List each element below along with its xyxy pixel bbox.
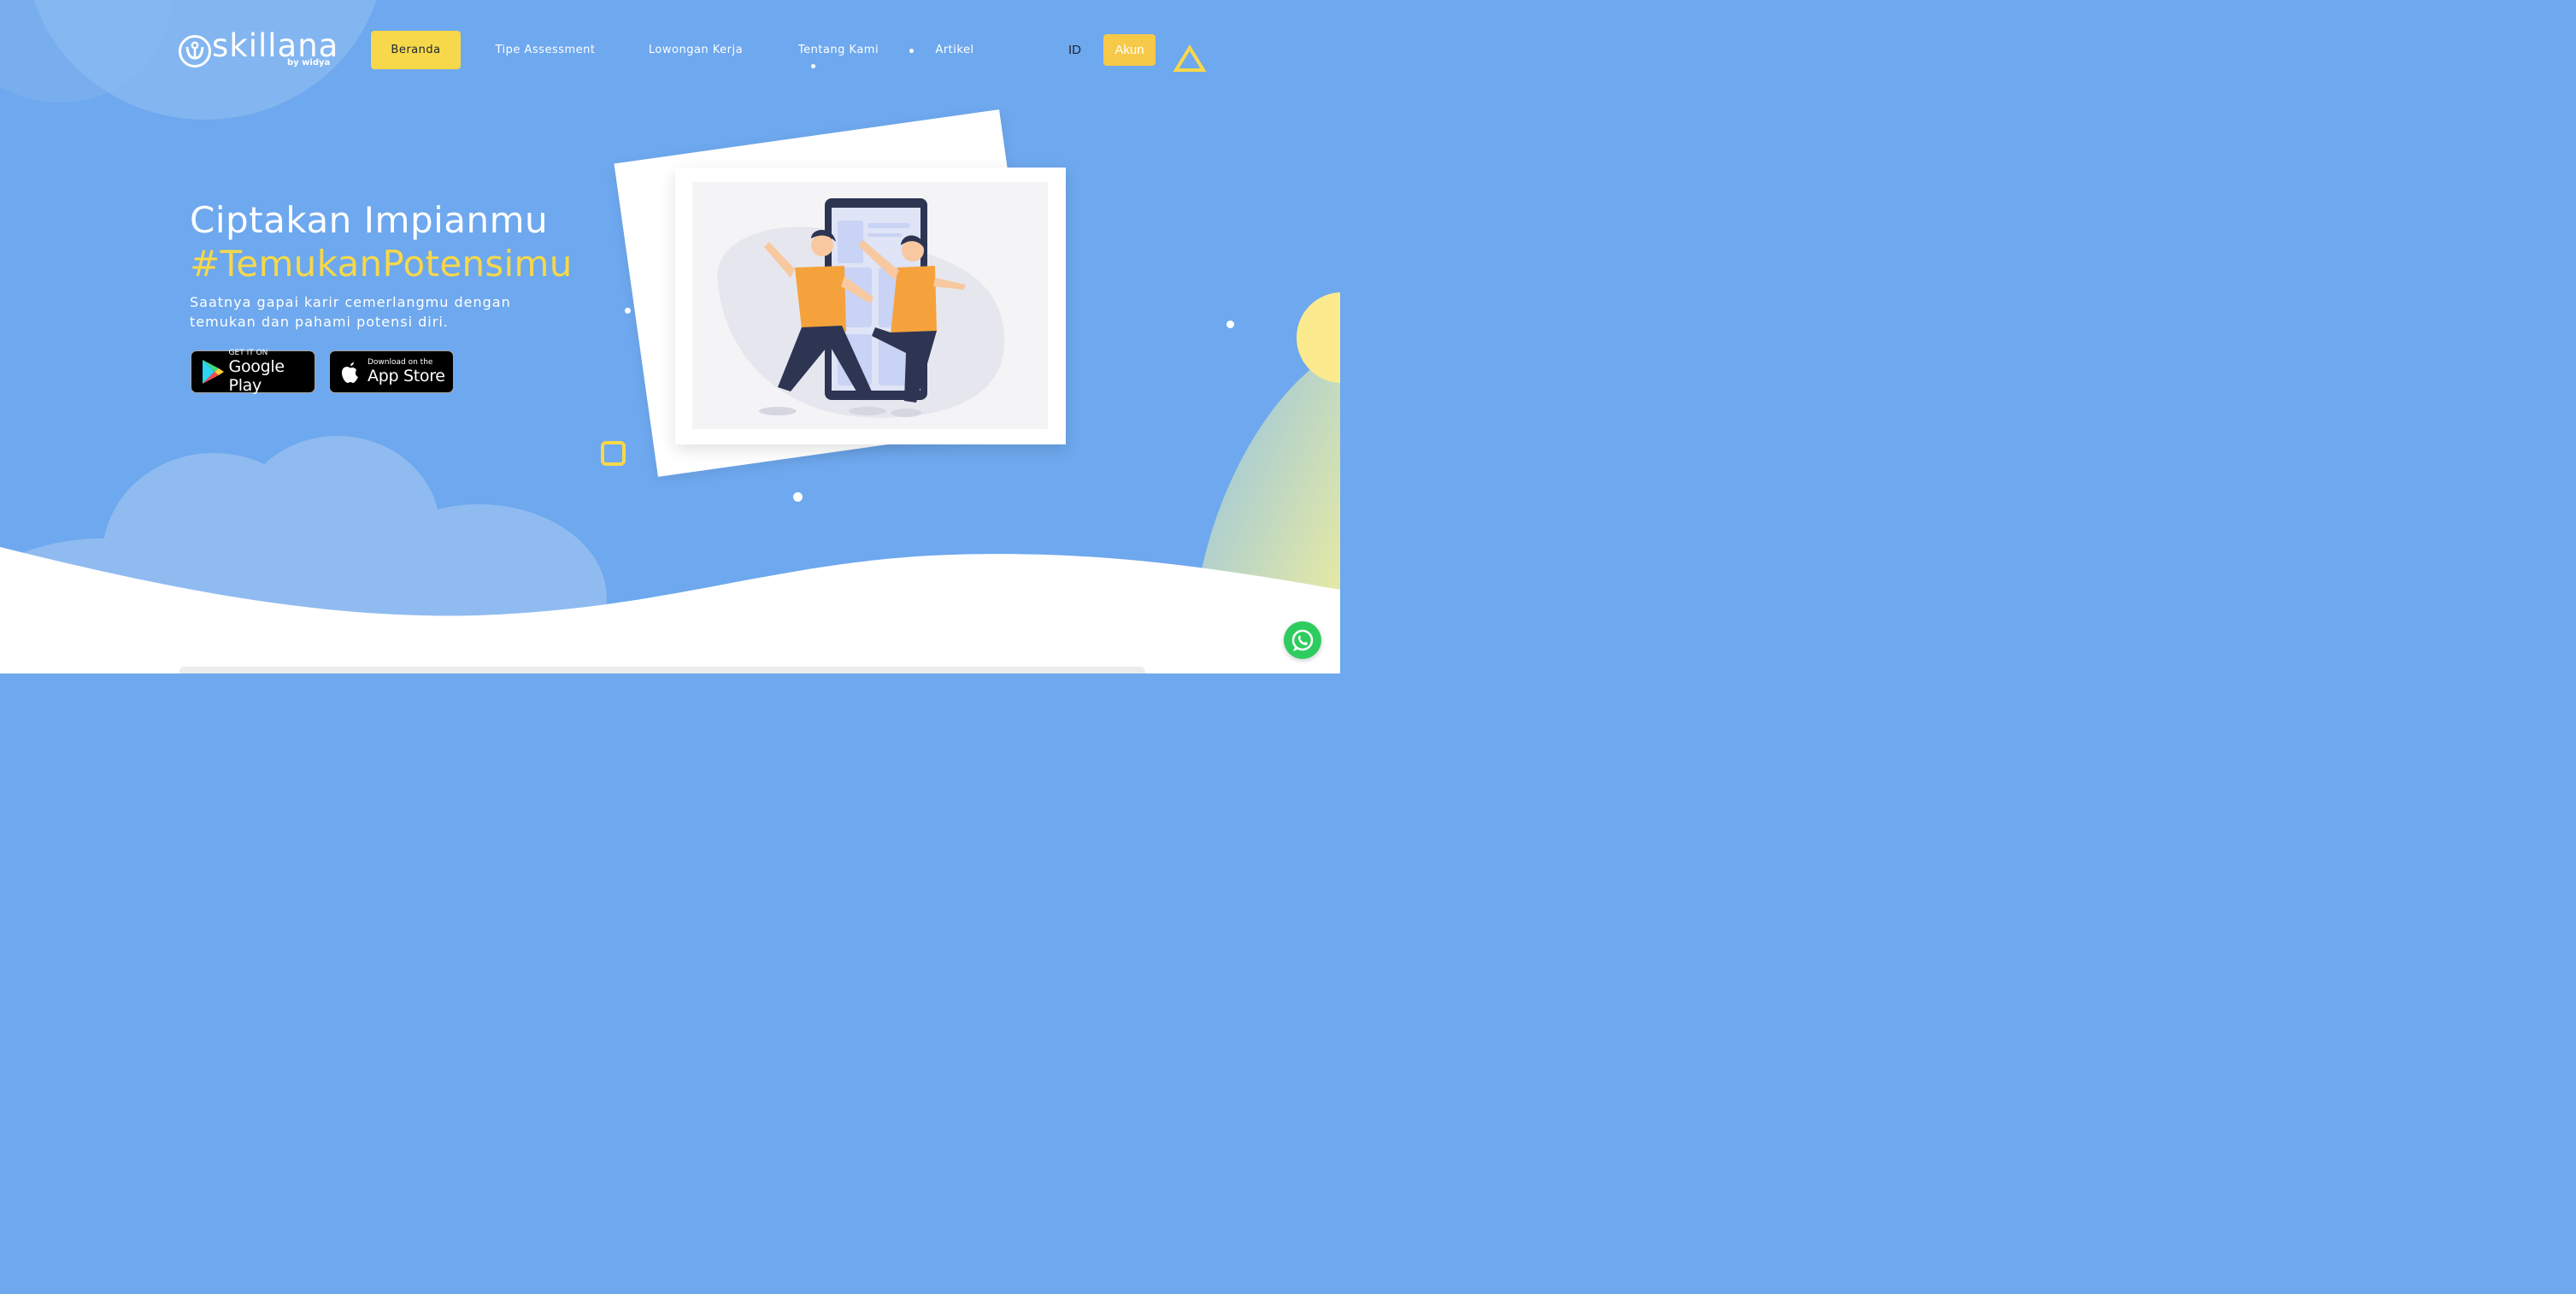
nav-artikel[interactable]: Artikel — [932, 31, 978, 69]
apple-icon — [342, 362, 358, 383]
google-play-big: Google Play — [228, 357, 285, 395]
app-store-small: Download on the — [368, 358, 433, 367]
google-play-icon — [203, 360, 224, 384]
account-button[interactable]: Akun — [1103, 34, 1156, 66]
whatsapp-button[interactable] — [1284, 621, 1321, 659]
nav-beranda[interactable]: Beranda — [371, 31, 461, 69]
decor-square — [601, 441, 626, 466]
app-store-big: App Store — [368, 367, 445, 385]
whatsapp-icon — [1291, 629, 1314, 651]
logo-icon — [179, 35, 211, 68]
app-store-button[interactable]: Download on the App Store — [329, 350, 454, 393]
decor-dot — [811, 64, 815, 68]
dancing-people-illustration — [717, 198, 1005, 418]
decor-dot — [625, 308, 631, 314]
decor-dot — [1226, 321, 1234, 328]
illustration-card — [675, 168, 1066, 444]
decor-dot — [793, 492, 803, 502]
hero-title: Ciptakan Impianmu — [190, 199, 549, 241]
nav-tentang-kami[interactable]: Tentang Kami — [795, 31, 882, 69]
triangle-icon — [1173, 44, 1207, 72]
hero-hashtag: #TemukanPotensimu — [190, 243, 573, 285]
hero-subtitle: Saatnya gapai karir cemerlangmu dengan t… — [190, 294, 511, 330]
logo[interactable]: skillana by widya — [178, 27, 338, 70]
google-play-button[interactable]: GET IT ON Google Play — [191, 349, 315, 395]
language-switch[interactable]: ID — [1068, 43, 1081, 57]
logo-tagline: by widya — [287, 58, 331, 68]
google-play-small: GET IT ON — [228, 349, 268, 357]
nav-tipe-assessment[interactable]: Tipe Assessment — [494, 31, 597, 69]
nav-lowongan-kerja[interactable]: Lowongan Kerja — [646, 31, 745, 69]
decor-dot — [909, 49, 914, 53]
